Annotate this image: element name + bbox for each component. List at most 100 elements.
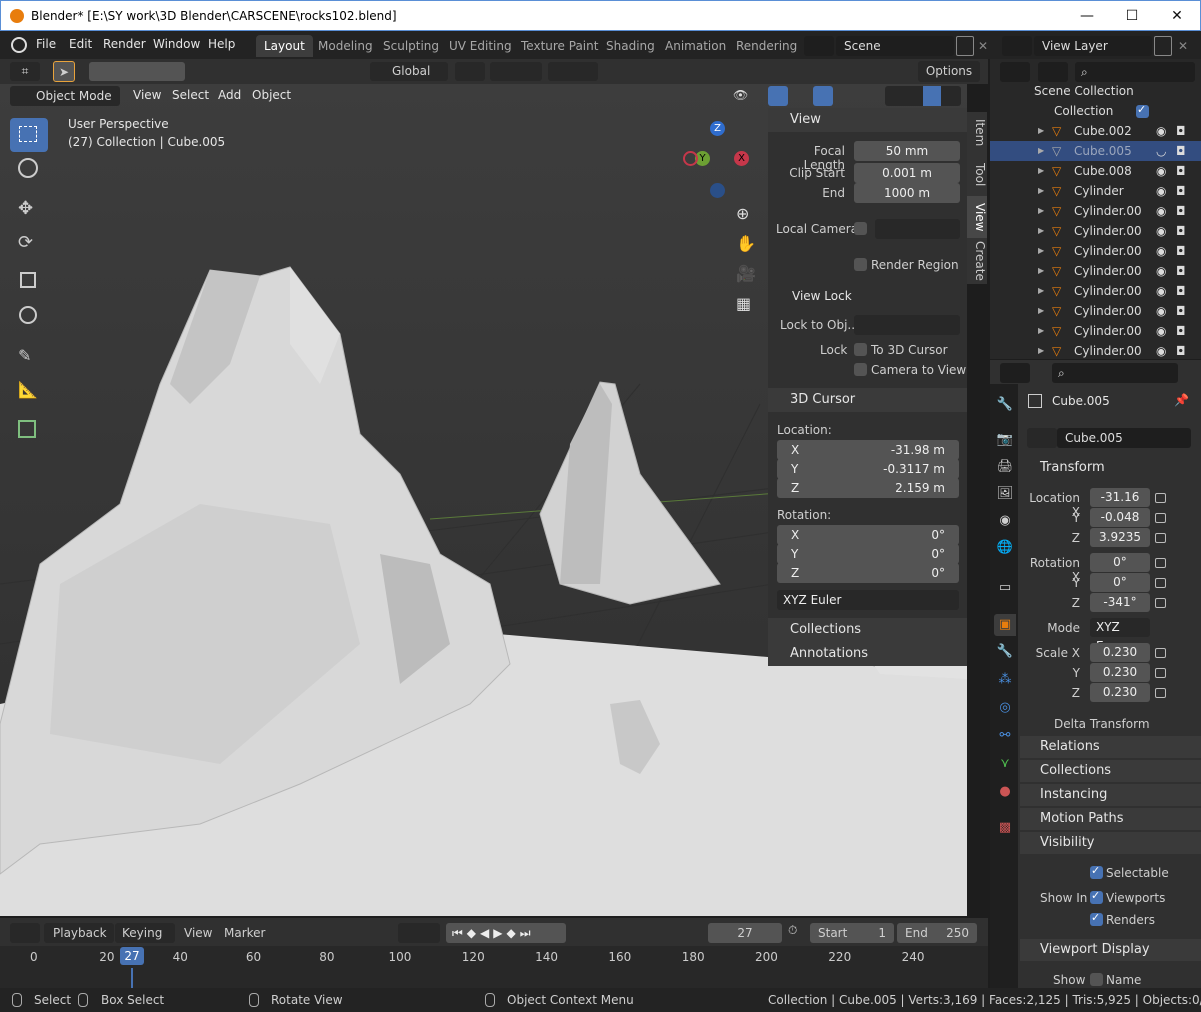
collection-tab-icon[interactable]: ▭ [994,577,1016,599]
rotation-x-field[interactable]: 0° [1090,553,1150,572]
scale-y-field[interactable]: 0.230 [1090,663,1150,682]
visibility-eye-icon[interactable]: ◉ [1156,301,1166,321]
object-tab-icon[interactable]: ▣ [994,614,1016,636]
physics-tab-icon[interactable]: ◎ [994,697,1016,719]
tab-sculpting[interactable]: Sculpting [375,35,447,57]
orientation-dropdown[interactable]: Global [370,62,448,81]
side-tab-tool[interactable]: Tool [967,154,987,196]
expand-arrow-icon[interactable]: ▶ [1038,261,1044,281]
visibility-eye-icon[interactable]: ◉ [1156,121,1166,141]
gizmo-x-axis[interactable]: X [734,151,749,166]
lock-location-z-icon[interactable] [1155,533,1166,543]
scale-x-field[interactable]: 0.230 [1090,643,1150,662]
expand-arrow-icon[interactable]: ▶ [1038,281,1044,301]
playhead-marker[interactable]: 27 [120,947,144,965]
menu-render[interactable]: Render [103,37,146,51]
editor-type-icon[interactable]: ⌗ [10,62,40,81]
ortho-grid-icon[interactable]: ▦ [736,294,751,313]
timeline-view-menu[interactable]: View [184,926,212,940]
show-in-renders-checkbox[interactable] [1090,911,1103,926]
close-button[interactable]: ✕ [1154,5,1200,27]
view-layer-field[interactable]: View Layer [1034,36,1152,56]
side-tab-create[interactable]: Create [967,238,987,284]
tab-modeling[interactable]: Modeling [310,35,381,57]
menu-file[interactable]: File [36,37,56,51]
tab-uv-editing[interactable]: UV Editing [441,35,520,57]
render-camera-icon[interactable]: ◘ [1176,321,1186,341]
delete-scene-icon[interactable]: ✕ [978,39,988,53]
timeline-type-icon[interactable] [10,923,40,943]
visibility-eye-icon[interactable]: ◉ [1156,281,1166,301]
lock-location-y-icon[interactable] [1155,513,1166,523]
visibility-eye-icon[interactable]: ◉ [1156,321,1166,341]
output-tab-icon[interactable]: 🖨 [994,456,1016,478]
render-camera-icon[interactable]: ◘ [1176,161,1186,181]
outliner-object-row[interactable]: ▶ ▽ Cube.008 ◉ ◘ [990,161,1201,181]
cursor-rot-x[interactable]: X 0° [777,525,959,545]
select-mode-buttons[interactable] [89,62,185,81]
material-tab-icon[interactable]: ● [994,781,1016,803]
render-camera-icon[interactable]: ◘ [1176,281,1186,301]
select-tool-icon[interactable]: ➤ [53,61,75,82]
menu-edit[interactable]: Edit [69,37,92,51]
outliner-object-row[interactable]: ▶ ▽ Cylinder.00 ◉ ◘ [990,241,1201,261]
expand-arrow-icon[interactable]: ▶ [1038,301,1044,321]
snap-dropdown[interactable] [490,62,542,81]
expand-arrow-icon[interactable]: ▶ [1038,221,1044,241]
annotate-tool-icon[interactable]: ✎ [18,346,31,365]
outliner-object-row[interactable]: ▶ ▽ Cylinder.00 ◉ ◘ [990,281,1201,301]
focal-length-field[interactable]: 50 mm [854,141,960,161]
local-camera-checkbox[interactable] [854,222,867,235]
clip-end-field[interactable]: 1000 m [854,183,960,203]
constraints-tab-icon[interactable]: ⚯ [994,725,1016,747]
scale-tool-icon[interactable] [20,272,36,288]
rotate-tool-icon[interactable]: ⟳ [18,232,33,253]
visibility-eye-icon[interactable]: ◉ [1156,201,1166,221]
delta-transform-header[interactable]: Delta Transform [1054,717,1150,731]
end-frame-field[interactable]: End 250 [897,923,977,943]
maximize-button[interactable]: ☐ [1109,5,1155,27]
expand-arrow-icon[interactable]: ▶ [1038,161,1044,181]
vp-menu-select[interactable]: Select [172,88,209,102]
instancing-header[interactable]: Instancing [1020,784,1201,806]
render-camera-icon[interactable]: ◘ [1176,201,1186,221]
lock-scale-x-icon[interactable] [1155,648,1166,658]
tool-tab-icon[interactable]: 🔧 [994,394,1016,416]
view-layer-tab-icon[interactable]: 🖼 [994,483,1016,505]
particles-tab-icon[interactable]: ⁂ [994,669,1016,691]
relations-header[interactable]: Relations [1020,736,1201,758]
outliner-type-icon[interactable] [1000,62,1030,82]
menu-help[interactable]: Help [208,37,235,51]
expand-arrow-icon[interactable]: ▶ [1038,321,1044,341]
outliner-object-row[interactable]: ▶ ▽ Cylinder.00 ◉ ◘ [990,201,1201,221]
cursor-rot-y[interactable]: Y 0° [777,544,959,564]
scene-selector-icon[interactable] [804,36,834,56]
outliner-search-input[interactable]: ⌕ [1075,62,1195,82]
collections-panel-header[interactable]: Collections [768,618,967,642]
world-tab-icon[interactable]: 🌐 [994,537,1016,559]
blender-menu-icon[interactable] [11,37,27,53]
outliner-object-row[interactable]: ▶ ▽ Cylinder.00 ◉ ◘ [990,261,1201,281]
cursor-loc-z[interactable]: Z 2.159 m [777,478,959,498]
tab-animation[interactable]: Animation [657,35,734,57]
outliner-object-row[interactable]: ▶ ▽ Cylinder.00 ◉ ◘ [990,221,1201,241]
outliner-object-row[interactable]: ▶ ▽ Cylinder ◉ ◘ [990,181,1201,201]
gizmo-z-axis[interactable]: Z [710,121,725,136]
visibility-eye-icon[interactable]: ◉ [1156,261,1166,281]
pivot-dropdown[interactable] [455,62,485,81]
location-y-field[interactable]: -0.048 [1090,508,1150,527]
tab-layout[interactable]: Layout [256,35,313,57]
rotation-mode-dropdown[interactable]: XYZ Euler [777,590,959,610]
lock-scale-y-icon[interactable] [1155,668,1166,678]
object-data-name-field[interactable]: Cube.005 [1057,428,1191,448]
vp-menu-object[interactable]: Object [252,88,291,102]
local-camera-field[interactable] [875,219,960,239]
keying-menu[interactable]: Keying [115,923,175,943]
lock-scale-z-icon[interactable] [1155,688,1166,698]
visibility-header[interactable]: Visibility [1020,832,1201,854]
outliner-object-row[interactable]: ▶ ▽ Cylinder.00 ◉ ◘ [990,341,1201,361]
delete-view-layer-icon[interactable]: ✕ [1178,39,1188,53]
lock-location-x-icon[interactable] [1155,493,1166,503]
texture-tab-icon[interactable]: ▩ [994,817,1016,839]
pan-hand-icon[interactable]: ✋ [736,234,756,253]
